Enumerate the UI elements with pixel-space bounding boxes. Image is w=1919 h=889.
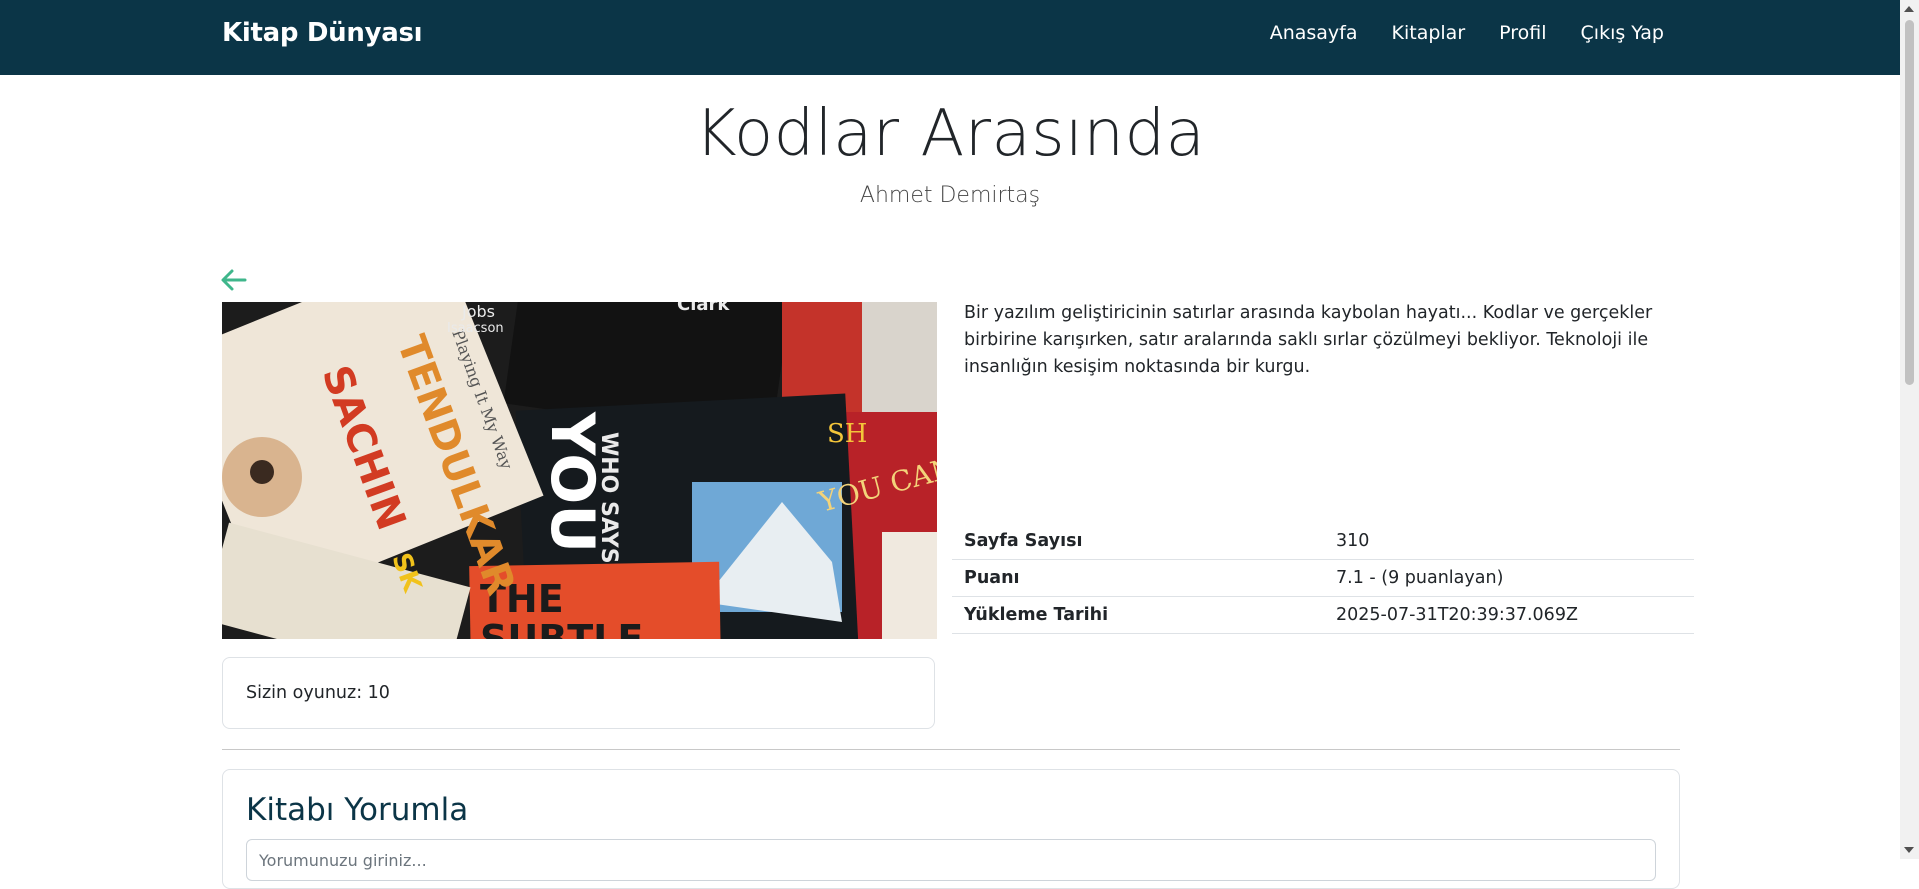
book-cover-image: WHO SAYS YOU CAN YOU D THE SUBTLE SACHIN… [222, 302, 937, 639]
cover-text-jobs: Jobs [461, 302, 495, 321]
book-header: Kodlar Arasında Ahmet Demirtaş [0, 95, 1900, 208]
table-row: Puanı 7.1 - (9 puanlayan) [952, 559, 1694, 597]
cover-text-clark: Clark [677, 302, 730, 315]
detail-label-page-count: Sayfa Sayısı [952, 523, 1324, 560]
scroll-down-icon[interactable] [1904, 847, 1914, 853]
arrow-left-icon[interactable] [220, 266, 248, 294]
nav-link-cikis-yap[interactable]: Çıkış Yap [1581, 22, 1664, 44]
cover-text-isaacson: Isaacson [447, 321, 504, 336]
table-row: Sayfa Sayısı 310 [952, 523, 1694, 560]
section-divider [222, 749, 1680, 750]
user-rating-card: Sizin oyunuz: 10 [222, 657, 935, 729]
comment-title: Kitabı Yorumla [246, 792, 469, 828]
detail-value-upload-date: 2025-07-31T20:39:37.069Z [1324, 596, 1694, 634]
nav-links: Anasayfa Kitaplar Profil Çıkış Yap [1270, 22, 1664, 44]
book-description: Bir yazılım geliştiricinin satırlar aras… [964, 303, 1653, 377]
cover-illustration: WHO SAYS YOU CAN YOU D THE SUBTLE SACHIN… [222, 302, 937, 639]
book-title: Kodlar Arasında [694, 97, 1206, 171]
scrollbar[interactable] [1900, 0, 1919, 859]
book-author: Ahmet Demirtaş [859, 183, 1041, 208]
table-row: Yükleme Tarihi 2025-07-31T20:39:37.069Z [952, 596, 1694, 634]
brand-logo[interactable]: Kitap Dünyası [222, 18, 423, 48]
user-rating-text: Sizin oyunuz: 10 [246, 683, 390, 703]
nav-link-anasayfa[interactable]: Anasayfa [1270, 22, 1358, 44]
comment-card: Kitabı Yorumla [222, 769, 1680, 889]
cover-text-sh: SH [827, 419, 868, 449]
detail-label-rating: Puanı [952, 559, 1324, 597]
nav-link-kitaplar[interactable]: Kitaplar [1392, 22, 1466, 44]
book-details-table: Sayfa Sayısı 310 Puanı 7.1 - (9 puanlaya… [952, 523, 1694, 634]
detail-label-upload-date: Yükleme Tarihi [952, 596, 1324, 634]
nav-link-profil[interactable]: Profil [1499, 22, 1546, 44]
navbar: Kitap Dünyası Anasayfa Kitaplar Profil Ç… [0, 0, 1900, 75]
detail-value-rating: 7.1 - (9 puanlayan) [1324, 559, 1694, 597]
cover-text-subtle-2: SUBTLE [480, 617, 643, 639]
comment-input[interactable] [246, 839, 1656, 881]
detail-value-page-count: 310 [1324, 523, 1694, 560]
scroll-up-icon[interactable] [1904, 6, 1914, 12]
scroll-thumb[interactable] [1905, 20, 1914, 385]
